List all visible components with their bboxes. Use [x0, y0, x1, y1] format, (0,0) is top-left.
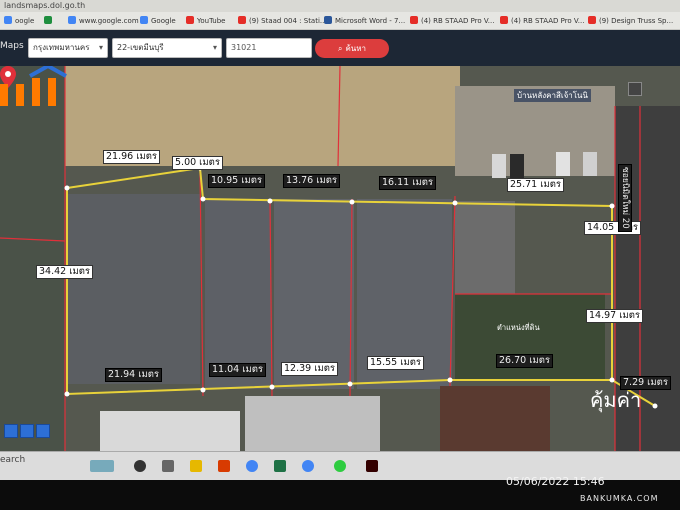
chrome-icon[interactable]	[246, 460, 258, 472]
measurement-label: 11.04 เมตร	[209, 363, 266, 377]
search-icon: ⌕	[337, 44, 343, 53]
url-text: landsmaps.dol.go.th	[4, 1, 86, 10]
measurement-label: 5.00 เมตร	[172, 156, 223, 170]
car	[556, 152, 570, 176]
roof-2	[205, 199, 271, 389]
car	[492, 154, 506, 178]
roof-5	[455, 201, 515, 296]
youtube-icon	[186, 16, 194, 24]
app-logo: Maps	[0, 41, 24, 51]
roof-brown	[440, 386, 550, 451]
map-toolbar: Maps กรุงเทพมหานคร ▾ 22-เขตมีนบุรี ▾ 31021…	[0, 30, 680, 66]
chevron-down-icon: ▾	[98, 43, 103, 52]
measurement-label: 21.94 เมตร	[105, 368, 162, 382]
word-icon	[324, 16, 332, 24]
measurement-label: 10.95 เมตร	[208, 174, 265, 188]
measurement-label: 13.76 เมตร	[283, 174, 340, 188]
bookmark-item[interactable]: (9) Design Truss Sp...	[588, 15, 673, 27]
measurement-label: 34.42 เมตร	[36, 265, 93, 279]
brand-watermark: คุ้มค่า	[590, 388, 642, 412]
office-icon[interactable]	[218, 460, 230, 472]
district-select[interactable]: 22-เขตมีนบุรี ▾	[112, 38, 222, 58]
youtube-icon	[238, 16, 246, 24]
bookmark-item[interactable]	[44, 15, 55, 27]
measurement-label: 25.71 เมตร	[507, 178, 564, 192]
bookmark-item[interactable]: (4) RB STAAD Pro V...	[410, 15, 495, 27]
address-bar[interactable]: landsmaps.dol.go.th	[0, 0, 680, 12]
bookmark-item[interactable]: www.google.com	[68, 15, 139, 27]
globe-icon	[68, 16, 76, 24]
youtube-icon	[588, 16, 596, 24]
google-icon	[4, 16, 12, 24]
line-icon[interactable]	[334, 460, 346, 472]
bookmark-item[interactable]: Google	[140, 15, 176, 27]
bookmark-item[interactable]: (9) Staad 004 : Stati...	[238, 15, 327, 27]
satellite-map[interactable]: บ้านหลังคาสีเจ้าโนนิ 21.96 เมตร 5.00 เมต…	[0, 66, 680, 451]
measurement-label: 12.39 เมตร	[281, 362, 338, 376]
map-control-button[interactable]	[20, 424, 34, 438]
youtube-icon	[500, 16, 508, 24]
measurement-label: 16.11 เมตร	[379, 176, 436, 190]
car	[510, 154, 524, 178]
house-logo-icon	[0, 66, 67, 106]
bookmark-item[interactable]: YouTube	[186, 15, 225, 27]
measurement-label: 26.70 เมตร	[496, 354, 553, 368]
photo-timestamp: 05/06/2022 15:46	[506, 475, 605, 488]
measurement-label: 21.96 เมตร	[103, 150, 160, 164]
roof-1	[68, 194, 200, 384]
bookmark-item[interactable]: oogle	[4, 15, 34, 27]
search-button[interactable]: ⌕ ค้นหา	[315, 39, 389, 58]
task-view-icon[interactable]	[162, 460, 174, 472]
measurement-label: 15.55 เมตร	[367, 356, 424, 370]
excel-icon[interactable]	[274, 460, 286, 472]
roof-3	[274, 199, 354, 389]
bookmarks-bar: oogle www.google.com Google YouTube (9) …	[0, 12, 680, 30]
building-white	[100, 411, 240, 451]
measurement-label: 14.97 เมตร	[586, 309, 643, 323]
sheets-icon	[44, 16, 52, 24]
map-imagery	[0, 66, 680, 451]
weather-icon[interactable]	[90, 460, 114, 472]
youtube-icon	[410, 16, 418, 24]
bookmark-item[interactable]: (4) RB STAAD Pro V...	[500, 15, 585, 27]
folder-icon[interactable]	[190, 460, 202, 472]
illustrator-icon[interactable]	[366, 460, 378, 472]
left-trees	[0, 66, 65, 451]
province-select[interactable]: กรุงเทพมหานคร ▾	[28, 38, 108, 58]
taskbar-search[interactable]: earch	[0, 455, 25, 465]
map-control-button[interactable]	[4, 424, 18, 438]
chevron-down-icon: ▾	[212, 43, 217, 52]
info-label: บ้านหลังคาสีเจ้าโนนิ	[514, 89, 591, 102]
google-icon	[140, 16, 148, 24]
building-grey	[245, 396, 380, 451]
map-control-button[interactable]	[36, 424, 50, 438]
poi-label: ตำแหน่งที่ดิน	[497, 323, 540, 332]
car	[583, 152, 597, 176]
chrome-icon[interactable]	[302, 460, 314, 472]
parcel-number-input[interactable]: 31021	[226, 38, 312, 58]
measurement-label: 14.05 เมตร	[584, 221, 641, 235]
road-label: ซอยนิมิตใหม่ 20	[618, 164, 632, 232]
map-controls	[4, 423, 52, 442]
bookmark-item[interactable]: Microsoft Word - 7...	[324, 15, 405, 27]
start-icon[interactable]	[134, 460, 146, 472]
brand-url: BANKUMKA.COM	[580, 494, 659, 503]
road-sign-icon	[628, 82, 642, 96]
